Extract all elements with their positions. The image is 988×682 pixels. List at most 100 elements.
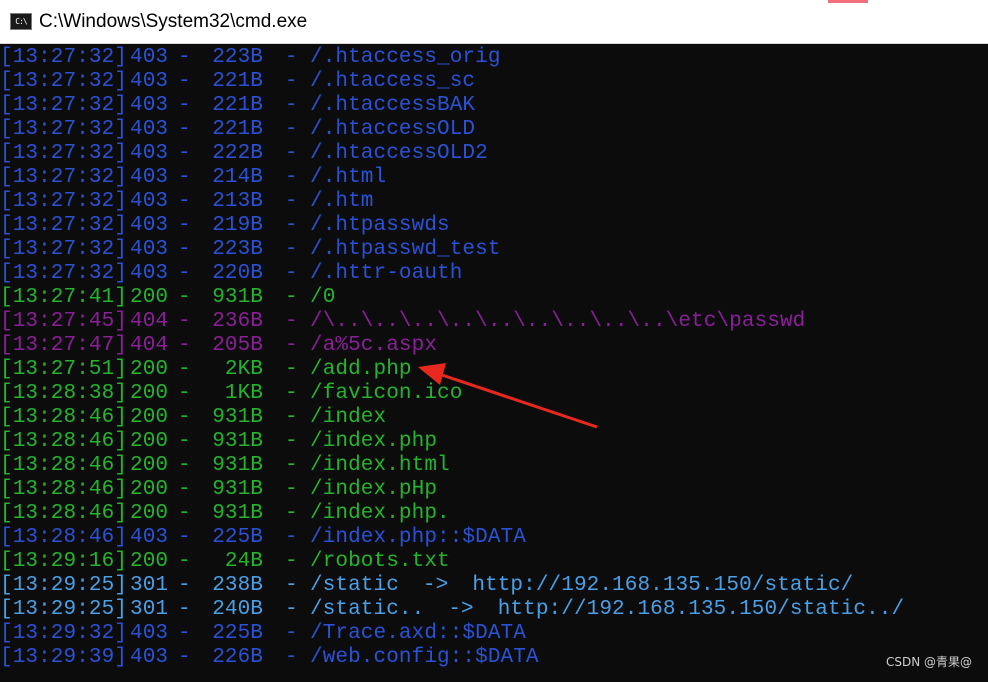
request-path: /.httr-oauth	[310, 262, 463, 285]
timestamp: [13:27:51]	[0, 358, 128, 381]
separator: -	[178, 286, 191, 309]
timestamp: [13:27:41]	[0, 286, 128, 309]
redirect-arrow: ->	[422, 574, 449, 597]
status-code: 403	[130, 142, 169, 165]
status-code: 301	[130, 574, 169, 597]
request-path: /index.php.	[310, 502, 450, 525]
timestamp: [13:28:46]	[0, 454, 128, 477]
separator: -	[178, 46, 191, 69]
response-size: 205B	[212, 334, 263, 357]
timestamp: [13:29:25]	[0, 598, 128, 621]
separator: -	[285, 454, 298, 477]
timestamp: [13:27:32]	[0, 94, 128, 117]
timestamp: [13:27:45]	[0, 310, 128, 333]
response-size: 225B	[212, 622, 263, 645]
request-path: /web.config::$DATA	[310, 646, 539, 669]
separator: -	[178, 598, 191, 621]
request-path: /.htaccessBAK	[310, 94, 476, 117]
separator: -	[178, 622, 191, 645]
separator: -	[178, 382, 191, 405]
request-path: /index.php	[310, 430, 438, 453]
status-code: 403	[130, 70, 169, 93]
titlebar-close-hint	[828, 0, 868, 3]
status-code: 403	[130, 118, 169, 141]
timestamp: [13:27:32]	[0, 46, 128, 69]
response-size: 236B	[212, 310, 263, 333]
separator: -	[178, 214, 191, 237]
request-path: /.htaccess_sc	[310, 70, 476, 93]
request-path: /index	[310, 406, 387, 429]
title-bar[interactable]: C:\ C:\Windows\System32\cmd.exe	[0, 0, 988, 44]
separator: -	[178, 70, 191, 93]
redirect-url: http://192.168.135.150/static../	[497, 598, 905, 621]
separator: -	[285, 406, 298, 429]
status-code: 200	[130, 502, 169, 525]
separator: -	[285, 430, 298, 453]
timestamp: [13:28:46]	[0, 526, 128, 549]
status-code: 301	[130, 598, 169, 621]
response-size: 931B	[212, 286, 263, 309]
status-code: 404	[130, 310, 169, 333]
separator: -	[285, 238, 298, 261]
response-size: 931B	[212, 430, 263, 453]
separator: -	[285, 550, 298, 573]
separator: -	[285, 598, 298, 621]
status-code: 200	[130, 406, 169, 429]
timestamp: [13:27:32]	[0, 190, 128, 213]
separator: -	[178, 118, 191, 141]
separator: -	[178, 142, 191, 165]
timestamp: [13:29:32]	[0, 622, 128, 645]
status-code: 403	[130, 214, 169, 237]
status-code: 403	[130, 526, 169, 549]
separator: -	[178, 334, 191, 357]
separator: -	[178, 646, 191, 669]
separator: -	[178, 310, 191, 333]
request-path: /.htaccessOLD	[310, 118, 476, 141]
window-title: C:\Windows\System32\cmd.exe	[39, 10, 308, 32]
timestamp: [13:27:32]	[0, 70, 128, 93]
request-path: /index.pHp	[310, 478, 438, 501]
timestamp: [13:27:32]	[0, 118, 128, 141]
cmd-window: C:\ C:\Windows\System32\cmd.exe [13:27:3…	[0, 0, 988, 682]
request-path: /index.php::$DATA	[310, 526, 526, 549]
timestamp: [13:29:16]	[0, 550, 128, 573]
separator: -	[178, 166, 191, 189]
response-size: 931B	[212, 454, 263, 477]
status-code: 200	[130, 286, 169, 309]
response-size: 1KB	[224, 382, 263, 405]
timestamp: [13:29:39]	[0, 646, 128, 669]
separator: -	[285, 142, 298, 165]
separator: -	[285, 574, 298, 597]
console-output[interactable]: [13:27:32] 403-223B -/.htaccess_orig [13:27…	[0, 45, 988, 682]
status-code: 403	[130, 190, 169, 213]
separator: -	[178, 190, 191, 213]
request-path: /static -> http://192.168.135.150/static/	[310, 574, 854, 597]
separator: -	[285, 358, 298, 381]
separator: -	[285, 646, 298, 669]
separator: -	[285, 70, 298, 93]
timestamp: [13:27:32]	[0, 238, 128, 261]
response-size: 931B	[212, 406, 263, 429]
request-path: /a%5c.aspx	[310, 334, 438, 357]
separator: -	[285, 190, 298, 213]
separator: -	[178, 406, 191, 429]
timestamp: [13:27:32]	[0, 142, 128, 165]
status-code: 403	[130, 94, 169, 117]
status-code: 200	[130, 358, 169, 381]
status-code: 200	[130, 430, 169, 453]
response-size: 931B	[212, 478, 263, 501]
response-size: 226B	[212, 646, 263, 669]
status-code: 200	[130, 382, 169, 405]
response-size: 2KB	[224, 358, 263, 381]
separator: -	[178, 550, 191, 573]
timestamp: [13:27:32]	[0, 214, 128, 237]
watermark: CSDN @青果@	[885, 655, 972, 669]
separator: -	[285, 94, 298, 117]
response-size: 223B	[212, 238, 263, 261]
response-size: 221B	[212, 118, 263, 141]
separator: -	[178, 478, 191, 501]
response-size: 24B	[224, 550, 263, 573]
status-code: 200	[130, 454, 169, 477]
separator: -	[285, 46, 298, 69]
response-size: 240B	[212, 598, 263, 621]
